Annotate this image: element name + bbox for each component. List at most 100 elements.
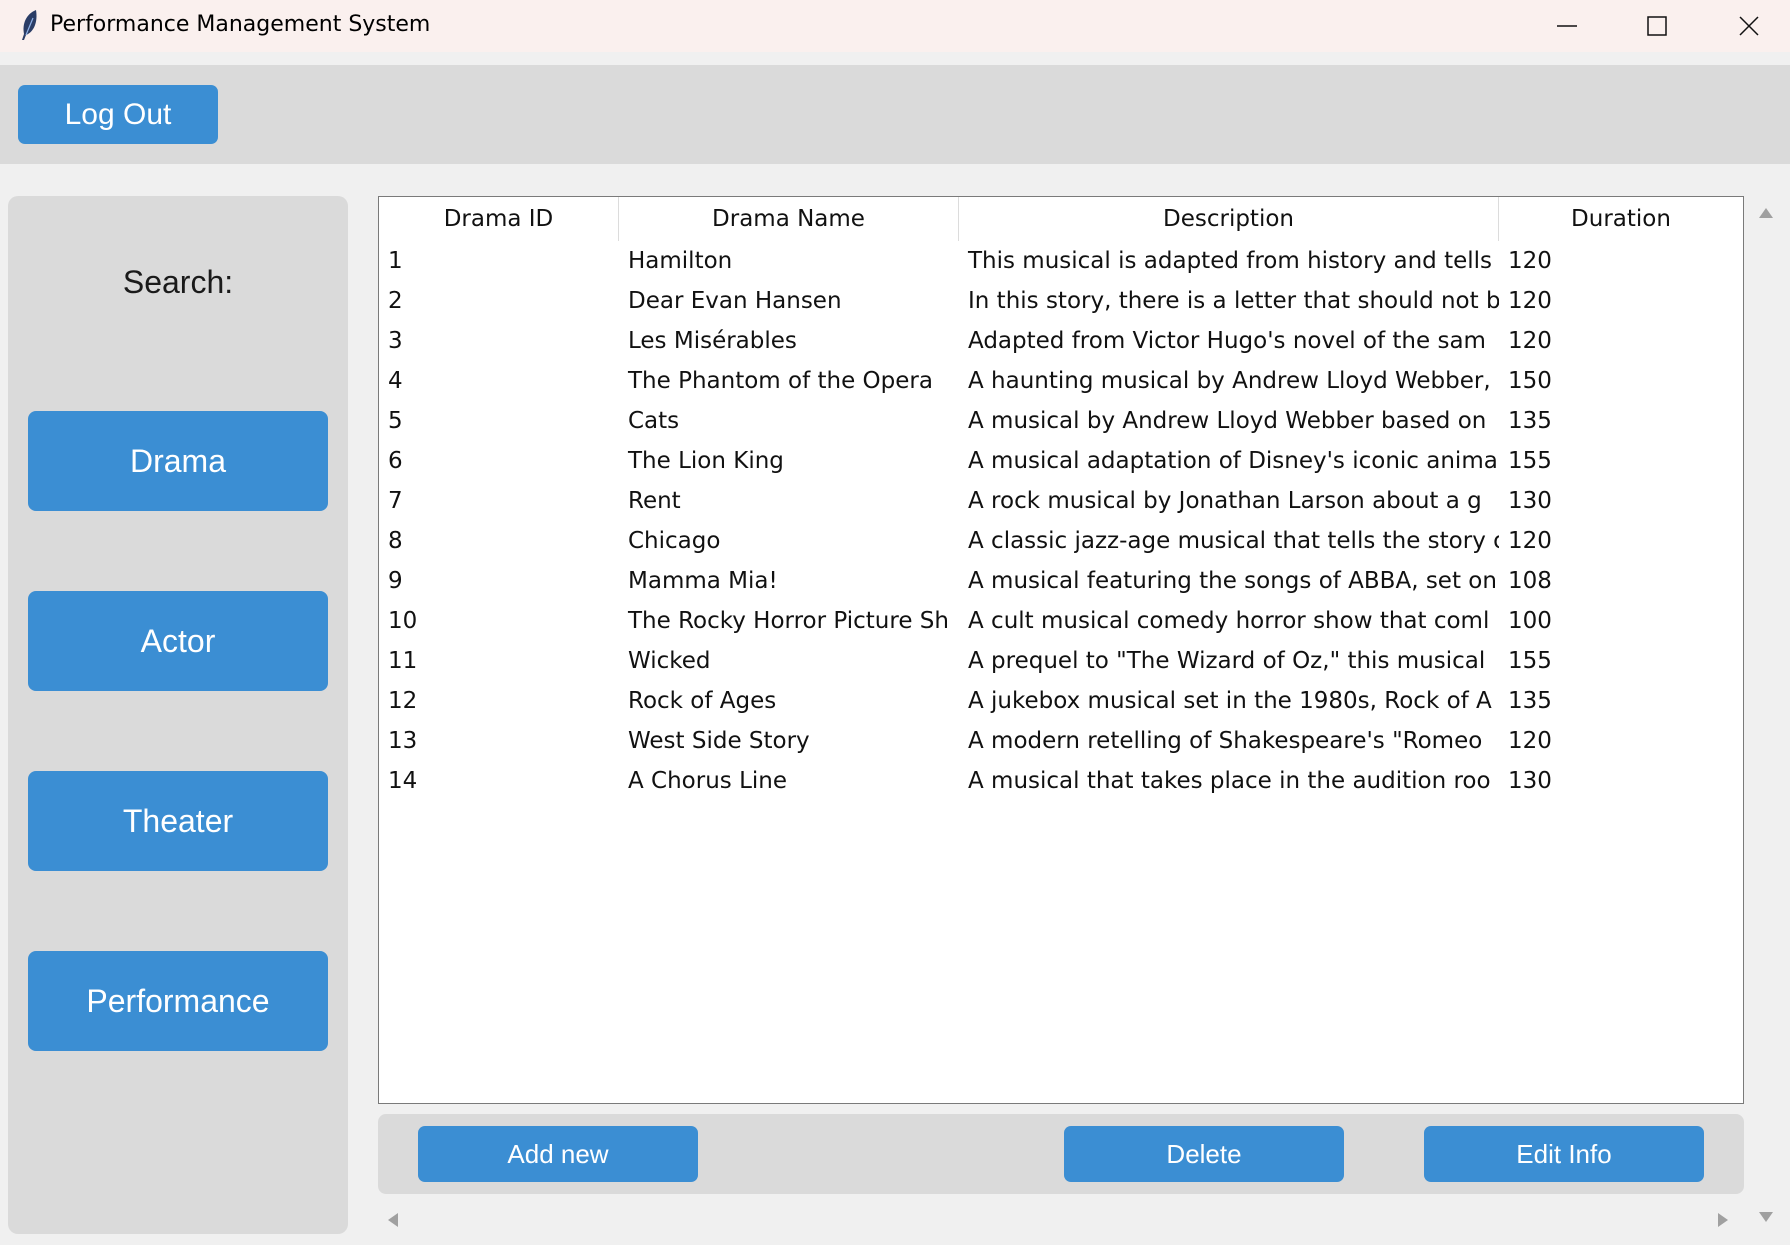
drama-id-cell: 14 <box>388 768 418 794</box>
description-cell: A modern retelling of Shakespeare's "Rom… <box>968 728 1483 754</box>
edit-info-button[interactable]: Edit Info <box>1424 1126 1704 1182</box>
duration-cell: 130 <box>1508 768 1552 794</box>
duration-cell: 120 <box>1508 728 1552 754</box>
drama-id-cell: 7 <box>388 488 403 514</box>
drama-name-cell: The Rocky Horror Picture Sh <box>628 608 949 634</box>
top-toolbar: Log Out <box>0 65 1790 164</box>
duration-cell: 135 <box>1508 408 1552 434</box>
description-cell: A musical featuring the songs of ABBA, s… <box>968 568 1497 594</box>
column-header-drama-id[interactable]: Drama ID <box>379 197 619 241</box>
drama-name-cell: Cats <box>628 408 680 434</box>
vertical-scrollbar[interactable] <box>1752 196 1780 1240</box>
drama-id-cell: 9 <box>388 568 403 594</box>
drama-name-cell: Rent <box>628 488 681 514</box>
sidebar-item-theater[interactable]: Theater <box>28 771 328 871</box>
drama-id-cell: 3 <box>388 328 403 354</box>
column-header-description[interactable]: Description <box>959 197 1499 241</box>
drama-id-cell: 12 <box>388 688 418 714</box>
description-cell: A musical adaptation of Disney's iconic … <box>968 448 1498 474</box>
duration-cell: 135 <box>1508 688 1552 714</box>
description-cell: A musical that takes place in the auditi… <box>968 768 1491 794</box>
sidebar-item-performance[interactable]: Performance <box>28 951 328 1051</box>
description-cell: A classic jazz-age musical that tells th… <box>968 528 1499 554</box>
duration-cell: 120 <box>1508 328 1552 354</box>
description-cell: In this story, there is a letter that sh… <box>968 288 1499 314</box>
column-header-duration[interactable]: Duration <box>1499 197 1743 241</box>
table-row[interactable]: 11 Wicked A prequel to "The Wizard of Oz,"… <box>379 641 1743 681</box>
horizontal-scrollbar[interactable] <box>378 1202 1744 1238</box>
drama-name-cell: Rock of Ages <box>628 688 777 714</box>
table-row[interactable]: 14 A Chorus Line A musical that takes plac… <box>379 761 1743 801</box>
duration-cell: 150 <box>1508 368 1552 394</box>
drama-name-cell: Hamilton <box>628 248 733 274</box>
drama-name-cell: Wicked <box>628 648 711 674</box>
table-row[interactable]: 7 Rent A rock musical by Jonathan Larson a… <box>379 481 1743 521</box>
minimize-icon <box>1557 25 1577 27</box>
duration-cell: 120 <box>1508 248 1552 274</box>
drama-name-cell: Chicago <box>628 528 721 554</box>
table-row[interactable]: 4 The Phantom of the Opera A haunting musi… <box>379 361 1743 401</box>
table-header: Drama ID Drama Name Description Duration <box>379 197 1743 241</box>
description-cell: A musical by Andrew Lloyd Webber based o… <box>968 408 1487 434</box>
scroll-up-icon[interactable] <box>1758 206 1774 220</box>
drama-id-cell: 5 <box>388 408 403 434</box>
table-row[interactable]: 6 The Lion King A musical adaptation of Di… <box>379 441 1743 481</box>
drama-id-cell: 11 <box>388 648 418 674</box>
add-new-button[interactable]: Add new <box>418 1126 698 1182</box>
description-cell: A haunting musical by Andrew Lloyd Webbe… <box>968 368 1491 394</box>
table-row[interactable]: 12 Rock of Ages A jukebox musical set in t… <box>379 681 1743 721</box>
drama-name-cell: The Lion King <box>628 448 784 474</box>
drama-id-cell: 6 <box>388 448 403 474</box>
sidebar-item-actor[interactable]: Actor <box>28 591 328 691</box>
drama-name-cell: West Side Story <box>628 728 810 754</box>
drama-name-cell: Les Misérables <box>628 328 797 354</box>
delete-button[interactable]: Delete <box>1064 1126 1344 1182</box>
window-title: Performance Management System <box>50 12 431 37</box>
description-cell: A rock musical by Jonathan Larson about … <box>968 488 1482 514</box>
duration-cell: 120 <box>1508 288 1552 314</box>
scroll-left-icon[interactable] <box>386 1212 400 1228</box>
search-label: Search: <box>122 264 234 300</box>
description-cell: This musical is adapted from history and… <box>968 248 1493 274</box>
drama-name-cell: Mamma Mia! <box>628 568 778 594</box>
scroll-down-icon[interactable] <box>1758 1210 1774 1224</box>
drama-name-cell: The Phantom of the Opera <box>628 368 933 394</box>
column-header-drama-name[interactable]: Drama Name <box>619 197 959 241</box>
duration-cell: 108 <box>1508 568 1552 594</box>
sidebar: Search: Drama Actor Theater Performance <box>8 196 348 1234</box>
duration-cell: 100 <box>1508 608 1552 634</box>
drama-name-cell: Dear Evan Hansen <box>628 288 842 314</box>
table-body: 1 Hamilton This musical is adapted from hi… <box>379 241 1743 801</box>
description-cell: A prequel to "The Wizard of Oz," this mu… <box>968 648 1486 674</box>
duration-cell: 120 <box>1508 528 1552 554</box>
table-row[interactable]: 10 The Rocky Horror Picture Sh A cult musi… <box>379 601 1743 641</box>
drama-name-cell: A Chorus Line <box>628 768 788 794</box>
duration-cell: 155 <box>1508 648 1552 674</box>
description-cell: A jukebox musical set in the 1980s, Rock… <box>968 688 1492 714</box>
logout-button[interactable]: Log Out <box>18 85 218 144</box>
table-row[interactable]: 8 Chicago A classic jazz-age musical that … <box>379 521 1743 561</box>
duration-cell: 155 <box>1508 448 1552 474</box>
scroll-right-icon[interactable] <box>1716 1212 1730 1228</box>
description-cell: A cult musical comedy horror show that c… <box>968 608 1490 634</box>
feather-icon <box>22 10 37 40</box>
title-bar: Performance Management System <box>0 0 1790 52</box>
description-cell: Adapted from Victor Hugo's novel of the … <box>968 328 1486 354</box>
table-row[interactable]: 9 Mamma Mia! A musical featuring the songs… <box>379 561 1743 601</box>
drama-id-cell: 1 <box>388 248 403 274</box>
table-row[interactable]: 5 Cats A musical by Andrew Lloyd Webber ba… <box>379 401 1743 441</box>
drama-table[interactable]: Drama ID Drama Name Description Duration… <box>378 196 1744 1104</box>
minimize-button[interactable] <box>1522 0 1612 52</box>
table-row[interactable]: 1 Hamilton This musical is adapted from hi… <box>379 241 1743 281</box>
drama-id-cell: 2 <box>388 288 403 314</box>
close-button[interactable] <box>1704 0 1790 52</box>
drama-id-cell: 4 <box>388 368 403 394</box>
maximize-button[interactable] <box>1612 0 1702 52</box>
close-icon <box>1739 16 1759 36</box>
table-row[interactable]: 2 Dear Evan Hansen In this story, there is… <box>379 281 1743 321</box>
sidebar-item-drama[interactable]: Drama <box>28 411 328 511</box>
table-row[interactable]: 13 West Side Story A modern retelling of S… <box>379 721 1743 761</box>
table-row[interactable]: 3 Les Misérables Adapted from Victor Hugo'… <box>379 321 1743 361</box>
drama-id-cell: 10 <box>388 608 418 634</box>
drama-id-cell: 8 <box>388 528 403 554</box>
